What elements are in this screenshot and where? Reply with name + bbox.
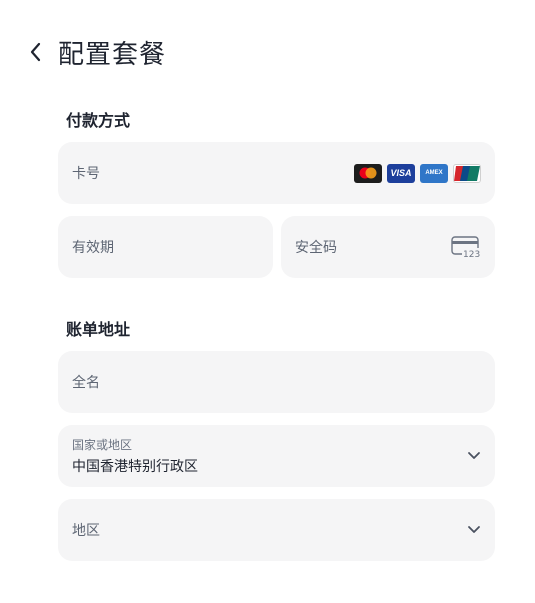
payment-method-heading: 付款方式 bbox=[66, 111, 131, 130]
region-select[interactable]: 地区 bbox=[58, 499, 495, 561]
chevron-down-icon bbox=[468, 526, 480, 533]
page-header: 配置套餐 bbox=[24, 34, 166, 70]
full-name-placeholder: 全名 bbox=[72, 375, 100, 391]
chevron-down-icon bbox=[468, 452, 480, 459]
cvc-placeholder: 安全码 bbox=[295, 240, 337, 256]
card-brand-logos: VISA AMEX bbox=[354, 163, 481, 183]
region-placeholder: 地区 bbox=[72, 523, 100, 539]
country-label: 国家或地区 bbox=[72, 438, 133, 452]
page-title: 配置套餐 bbox=[58, 39, 167, 70]
full-name-field[interactable]: 全名 bbox=[58, 351, 495, 413]
country-text: 国家或地区 中国香港特别行政区 bbox=[72, 436, 198, 476]
unionpay-icon bbox=[453, 163, 481, 183]
back-button[interactable] bbox=[24, 40, 48, 64]
amex-icon: AMEX bbox=[420, 163, 448, 183]
card-number-field[interactable]: 卡号 VISA AMEX bbox=[58, 142, 495, 204]
chevron-left-icon bbox=[30, 42, 41, 62]
card-number-placeholder: 卡号 bbox=[72, 166, 100, 182]
country-value: 中国香港特别行政区 bbox=[72, 459, 198, 475]
svg-text:123: 123 bbox=[463, 250, 480, 258]
cvc-field[interactable]: 安全码 123 bbox=[281, 216, 495, 278]
billing-address-heading: 账单地址 bbox=[66, 320, 131, 339]
cvc-card-icon: 123 bbox=[451, 236, 481, 258]
country-select[interactable]: 国家或地区 中国香港特别行政区 bbox=[58, 425, 495, 487]
expiry-field[interactable]: 有效期 bbox=[58, 216, 273, 278]
expiry-placeholder: 有效期 bbox=[72, 240, 114, 256]
mastercard-icon bbox=[354, 163, 382, 183]
visa-icon: VISA bbox=[387, 163, 415, 183]
